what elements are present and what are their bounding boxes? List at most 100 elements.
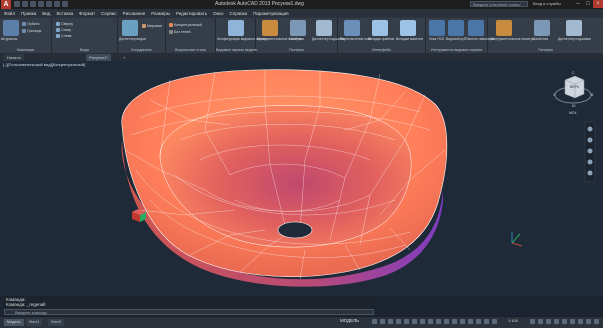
lineweight-icon[interactable] [420, 319, 425, 324]
compass-east[interactable]: В [591, 93, 593, 97]
clean-screen-icon[interactable] [562, 319, 567, 324]
signin-button[interactable]: Вход в службы [533, 1, 561, 6]
selection-cycling-icon[interactable] [436, 319, 441, 324]
plus-icon[interactable] [538, 319, 543, 324]
menu-view[interactable]: Вид [42, 9, 50, 18]
navbar-toggle-icon[interactable] [468, 20, 484, 36]
dynamic-ucs-icon[interactable] [452, 319, 457, 324]
minimize-icon[interactable]: – [573, 0, 583, 8]
tool-palettes-2-icon[interactable] [496, 20, 512, 36]
menu-dimension[interactable]: Размеры [151, 9, 170, 18]
file-tabs-icon[interactable] [372, 20, 388, 36]
fullscreen-icon[interactable] [586, 319, 591, 324]
layout-tabs-icon[interactable] [400, 20, 416, 36]
sheet-set-manager-2-icon[interactable] [566, 20, 582, 36]
polar-icon[interactable] [396, 319, 401, 324]
annotation-visibility-icon[interactable] [460, 319, 465, 324]
customization-icon[interactable] [570, 319, 575, 324]
switch-windows-icon[interactable] [344, 20, 360, 36]
properties-icon[interactable] [290, 20, 306, 36]
new-file-icon[interactable] [14, 1, 20, 7]
menu-insert[interactable]: Вставка [56, 9, 73, 18]
view-left-button[interactable]: Слева [56, 34, 72, 38]
isolate-objects-icon[interactable] [546, 319, 551, 324]
layout-tab-model[interactable]: Модель [4, 319, 24, 326]
layout-tab-sheet1[interactable]: Лист1 [26, 319, 43, 326]
close-icon[interactable]: × [593, 0, 603, 8]
drawing-viewport[interactable] [0, 61, 603, 296]
viewcube-toggle-icon[interactable] [448, 20, 464, 36]
sheet-set-manager-icon[interactable] [316, 20, 332, 36]
compass-north[interactable]: С [572, 71, 575, 75]
viewcube[interactable] [554, 75, 592, 104]
viewcube-face-label[interactable]: ВЕРХ [570, 85, 579, 89]
properties-2-icon[interactable] [534, 20, 550, 36]
world-ucs-button[interactable]: Мировая [142, 24, 162, 28]
file-tab-start[interactable]: Начало [4, 54, 24, 61]
transparency-icon[interactable] [428, 319, 433, 324]
menu-help[interactable]: Справка [230, 9, 248, 18]
compass-west[interactable]: З [553, 93, 555, 97]
save-as-icon[interactable] [38, 1, 44, 7]
panel-viewport-tools: Знак ПСК Видовой куб Панель навигации Ин… [426, 18, 495, 53]
menu-draw[interactable]: Рисование [123, 9, 146, 18]
undo-icon[interactable] [54, 1, 60, 7]
snap-icon[interactable] [380, 319, 385, 324]
menu-parametric[interactable]: Параметризация [253, 9, 288, 18]
redo-icon[interactable] [62, 1, 68, 7]
open-file-icon[interactable] [22, 1, 28, 7]
view-bottom-button[interactable]: Снизу [56, 28, 71, 32]
settings-icon[interactable] [594, 319, 599, 324]
ucs-icon-toggle[interactable] [429, 20, 445, 36]
viewport-controls-label[interactable]: [–][Пользовательский вид][Концептуальный… [3, 62, 85, 67]
navigation-bar[interactable] [584, 121, 596, 183]
menu-bar: Файл Правка Вид Вставка Формат Сервис Ри… [0, 9, 603, 18]
hardware-acceleration-icon[interactable] [554, 319, 559, 324]
sheet-set-manager-2-label: Диспетчер подшивок [558, 37, 591, 41]
model-space-toggle[interactable]: МОДЕЛЬ [340, 318, 359, 323]
save-icon[interactable] [30, 1, 36, 7]
orbit-button[interactable]: Орбита [22, 22, 39, 26]
ortho-icon[interactable] [388, 319, 393, 324]
steering-wheel-icon[interactable] [3, 20, 19, 36]
grid-icon[interactable] [372, 319, 377, 324]
ucs-axes-icon [511, 232, 523, 247]
maximize-icon[interactable]: □ [583, 0, 593, 8]
osnap-icon[interactable] [404, 319, 409, 324]
tool-palettes-2-label: Инструментальные палитры [490, 37, 535, 41]
gear-icon[interactable] [530, 319, 535, 324]
application-menu-button[interactable]: A [1, 0, 11, 9]
auto-scale-icon[interactable] [468, 319, 473, 324]
workspace-icon[interactable] [476, 319, 481, 324]
menu-edit[interactable]: Правка [21, 9, 36, 18]
menu-modify[interactable]: Редактировать [176, 9, 207, 18]
annotation-scale[interactable]: 1:100 [508, 318, 518, 323]
panel-palettes-2: Инструментальные палитры Свойства Диспет… [488, 18, 603, 53]
wcs-menu[interactable]: МСК [569, 111, 576, 115]
zoom-extents-icon [22, 29, 26, 33]
compass-south[interactable]: Ю [572, 104, 576, 108]
visual-style-dropdown[interactable]: Концептуальный [169, 23, 202, 27]
3d-osnap-icon[interactable] [444, 319, 449, 324]
menu-file[interactable]: Файл [4, 9, 15, 18]
layout-tab-sheet2[interactable]: Лист2 [48, 319, 65, 326]
otrack-icon[interactable] [412, 319, 417, 324]
print-icon[interactable] [46, 1, 52, 7]
file-tab-drawing1[interactable]: Рисунок1* [86, 54, 111, 61]
menu-window[interactable]: Окно [213, 9, 223, 18]
annotation-monitor-icon[interactable] [484, 319, 489, 324]
menu-format[interactable]: Формат [79, 9, 95, 18]
command-input[interactable]: Введите команду [4, 309, 374, 315]
menu-icon[interactable] [578, 319, 583, 324]
viewport-canvas[interactable] [0, 61, 603, 296]
no-shadows-button[interactable]: Без теней [169, 30, 191, 34]
new-tab-button[interactable]: + [120, 54, 128, 61]
view-top-button[interactable]: Сверху [56, 22, 73, 26]
viewport-config-icon[interactable] [228, 20, 244, 36]
view-manager-icon[interactable] [122, 20, 138, 36]
search-input[interactable]: Введите ключевое слово/фразу [470, 1, 528, 13]
extents-button[interactable]: Границы [22, 29, 41, 33]
menu-tools[interactable]: Сервис [101, 9, 116, 18]
units-icon[interactable] [492, 319, 497, 324]
tool-palettes-icon[interactable] [262, 20, 278, 36]
